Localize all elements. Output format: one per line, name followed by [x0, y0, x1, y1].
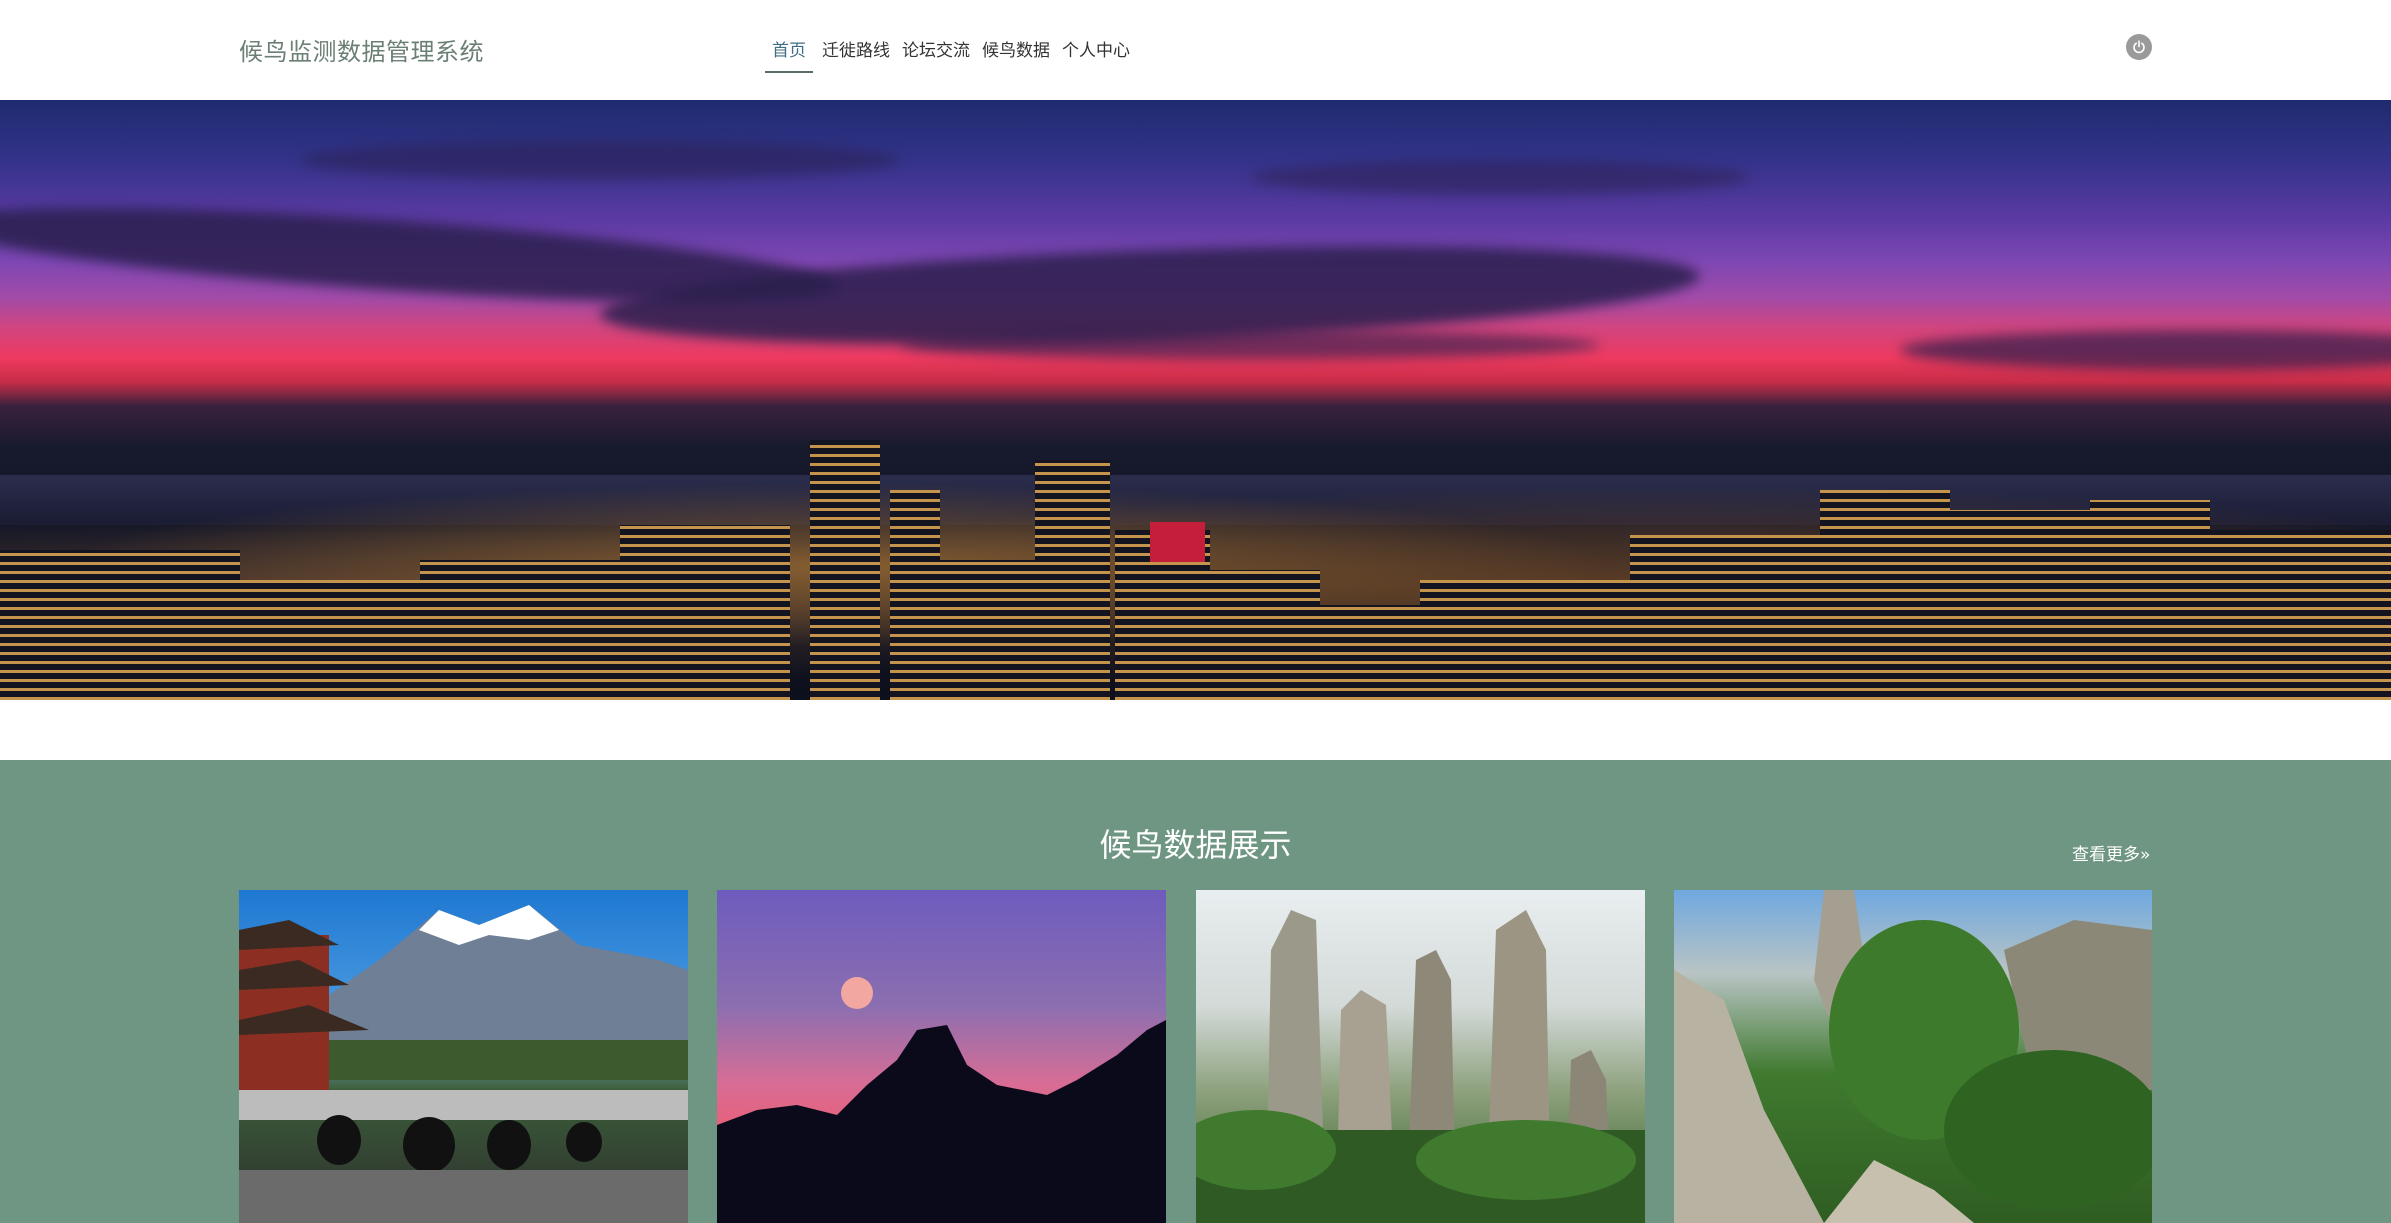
site-brand-title[interactable]: 候鸟监测数据管理系统 — [239, 32, 484, 67]
power-icon[interactable] — [2126, 34, 2152, 60]
view-more-label: 查看更多 — [2072, 845, 2140, 865]
hero-banner-image — [0, 100, 2391, 700]
data-card-2[interactable] — [717, 890, 1166, 1223]
data-card-1[interactable] — [239, 890, 688, 1223]
data-card-4[interactable] — [1674, 890, 2152, 1223]
data-card-3[interactable] — [1196, 890, 1645, 1223]
bird-data-section: 候鸟数据展示 查看更多» — [0, 760, 2391, 1223]
nav-item-home[interactable]: 首页 — [772, 36, 806, 61]
nav-item-migration-routes[interactable]: 迁徙路线 — [822, 36, 890, 61]
top-header: 候鸟监测数据管理系统 首页 迁徙路线 论坛交流 候鸟数据 个人中心 — [0, 0, 2391, 100]
view-more-link[interactable]: 查看更多» — [2072, 840, 2150, 865]
double-chevron-right-icon: » — [2140, 845, 2151, 865]
nav-item-bird-data[interactable]: 候鸟数据 — [982, 36, 1050, 61]
section-title: 候鸟数据展示 — [1099, 826, 1292, 864]
nav-item-forum[interactable]: 论坛交流 — [902, 36, 970, 61]
nav-item-personal-center[interactable]: 个人中心 — [1062, 36, 1130, 61]
nav-active-underline — [765, 71, 813, 73]
